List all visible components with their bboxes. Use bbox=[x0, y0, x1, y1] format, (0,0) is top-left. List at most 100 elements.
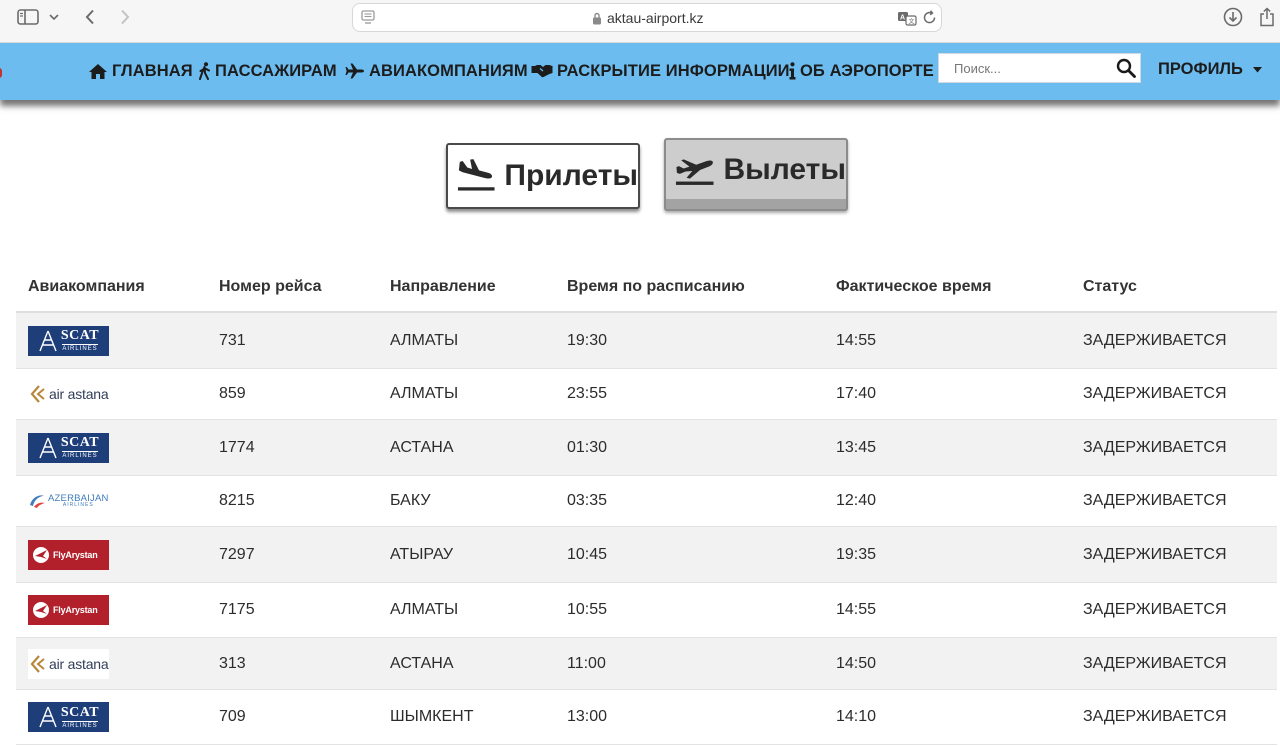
table-row: FlyArystan 7175 АЛМАТЫ 10:55 14:55 ЗАДЕРЖИВАЕ… bbox=[16, 583, 1277, 638]
departures-button[interactable]: Вылеты bbox=[664, 138, 848, 211]
search-input[interactable] bbox=[939, 54, 1109, 82]
cell-flight-number: 313 bbox=[219, 654, 246, 672]
cell-flight-number: 7175 bbox=[219, 601, 255, 618]
nav-item-passengers[interactable]: ПАССАЖИРАМ bbox=[199, 60, 337, 82]
header-flight-number: Номер рейса bbox=[219, 278, 322, 295]
airline-logo-subtext: AIRLINES bbox=[62, 344, 98, 352]
cell-actual-time: 14:55 bbox=[836, 601, 877, 618]
search-icon[interactable] bbox=[1116, 58, 1136, 83]
header-airline: Авиакомпания bbox=[28, 278, 145, 295]
nav-item-label: АВИАКОМПАНИЯМ bbox=[369, 61, 528, 80]
nav-item-disclosure[interactable]: РАСКРЫТИЕ ИНФОРМАЦИИ bbox=[531, 60, 790, 82]
svg-text:文: 文 bbox=[909, 18, 915, 26]
airline-logo: air astana bbox=[28, 648, 109, 679]
arrivals-button[interactable]: Прилеты bbox=[446, 143, 640, 209]
table-row: AZERBAIJAN AIRLINES 8215 БАКУ 03:35 12:40 ЗАДЕ… bbox=[16, 476, 1277, 527]
chevron-down-icon bbox=[49, 14, 59, 20]
profile-label: ПРОФИЛЬ bbox=[1158, 60, 1243, 78]
cell-status: ЗАДЕРЖИВАЕТСЯ bbox=[1083, 601, 1227, 618]
cell-status: ЗАДЕРЖИВАЕТСЯ bbox=[1083, 331, 1227, 349]
back-arrow-icon bbox=[85, 9, 94, 25]
page-icon bbox=[361, 10, 375, 31]
table-row: air astana 313 АСТАНА 11:00 14:50 ЗАДЕРЖИВАЕТ… bbox=[16, 638, 1277, 690]
walking-person-icon bbox=[199, 62, 210, 80]
reload-icon[interactable] bbox=[922, 10, 937, 30]
table-row: air astana 859 АЛМАТЫ 23:55 17:40 ЗАДЕРЖИВАЕТ… bbox=[16, 369, 1277, 420]
airline-logo-text: FlyArystan bbox=[53, 549, 98, 560]
cell-scheduled-time: 10:55 bbox=[567, 601, 608, 618]
table-row: SCAT AIRLINES 731 АЛМАТЫ 19:30 14:55 ЗАДЕРЖИВА… bbox=[16, 313, 1277, 369]
profile-menu[interactable]: ПРОФИЛЬ bbox=[1158, 60, 1262, 79]
cell-actual-time: 13:45 bbox=[836, 438, 877, 456]
nav-logo-edge bbox=[0, 68, 2, 78]
cell-scheduled-time: 11:00 bbox=[567, 654, 606, 672]
airline-logo-subtext: AIRLINES bbox=[62, 451, 98, 459]
cell-actual-time: 17:40 bbox=[836, 385, 877, 402]
airline-logo-subtext: AIRLINES bbox=[62, 502, 94, 509]
airline-logo-text: FlyArystan bbox=[53, 605, 98, 615]
site-navigation: ГЛАВНАЯ ПАССАЖИРАМ АВИАКОМПАНИЯМ РАСКРЫТ… bbox=[0, 43, 1280, 100]
cell-status: ЗАДЕРЖИВАЕТСЯ bbox=[1083, 545, 1227, 563]
address-bar[interactable]: aktau-airport.kz A文 bbox=[352, 3, 942, 32]
cell-actual-time: 14:50 bbox=[836, 654, 877, 672]
cell-destination: АСТАНА bbox=[390, 438, 454, 456]
cell-status: ЗАДЕРЖИВАЕТСЯ bbox=[1083, 708, 1227, 725]
plane-takeoff-icon bbox=[675, 158, 714, 185]
table-body: SCAT AIRLINES 731 АЛМАТЫ 19:30 14:55 ЗАДЕРЖИВА… bbox=[16, 313, 1277, 745]
airline-logo: FlyArystan bbox=[28, 595, 109, 625]
airline-logo: AZERBAIJAN AIRLINES bbox=[28, 486, 109, 516]
cell-status: ЗАДЕРЖИВАЕТСЯ bbox=[1083, 385, 1227, 402]
site-search bbox=[938, 53, 1141, 83]
cell-flight-number: 859 bbox=[219, 385, 246, 402]
cell-actual-time: 19:35 bbox=[836, 545, 877, 563]
cell-destination: АЛМАТЫ bbox=[390, 385, 459, 402]
nav-item-label: РАСКРЫТИЕ ИНФОРМАЦИИ bbox=[557, 61, 790, 80]
airline-logo-subtext: AIRLINES bbox=[62, 720, 98, 729]
header-scheduled-time: Время по расписанию bbox=[567, 278, 745, 295]
url-text: aktau-airport.kz bbox=[607, 10, 704, 26]
header-actual-time: Фактическое время bbox=[836, 278, 992, 295]
handshake-icon bbox=[531, 65, 553, 78]
nav-item-home[interactable]: ГЛАВНАЯ bbox=[88, 60, 193, 82]
cell-destination: ШЫМКЕНТ bbox=[390, 708, 474, 725]
cell-status: ЗАДЕРЖИВАЕТСЯ bbox=[1083, 654, 1227, 672]
header-status: Статус bbox=[1083, 278, 1137, 295]
cell-scheduled-time: 10:45 bbox=[567, 545, 608, 563]
downloads-button[interactable] bbox=[1220, 6, 1246, 28]
cell-actual-time: 14:10 bbox=[836, 708, 877, 725]
caret-down-icon bbox=[1252, 66, 1262, 72]
airline-logo-text: SCAT bbox=[60, 435, 100, 450]
airline-logo-text: air astana bbox=[49, 655, 109, 672]
forward-arrow-icon bbox=[121, 9, 130, 25]
nav-item-label: ГЛАВНАЯ bbox=[112, 61, 193, 80]
lock-icon bbox=[592, 12, 602, 30]
plane-landing-icon bbox=[457, 159, 495, 191]
info-icon bbox=[789, 62, 796, 80]
cell-status: ЗАДЕРЖИВАЕТСЯ bbox=[1083, 492, 1227, 509]
airline-logo: SCAT AIRLINES bbox=[28, 325, 109, 356]
airline-logo: FlyArystan bbox=[28, 539, 109, 570]
nav-item-about[interactable]: ОБ АЭРОПОРТЕ bbox=[789, 60, 934, 82]
cell-flight-number: 1774 bbox=[219, 438, 255, 456]
nav-item-label: ОБ АЭРОПОРТЕ bbox=[800, 61, 934, 80]
airline-logo-text: SCAT bbox=[60, 704, 100, 720]
table-row: FlyArystan 7297 АТЫРАУ 10:45 19:35 ЗАДЕРЖИВАЕ… bbox=[16, 527, 1277, 583]
forward-button[interactable] bbox=[113, 6, 137, 28]
translate-icon[interactable]: A文 bbox=[897, 10, 917, 31]
flight-table: Авиакомпания Номер рейса Направление Вре… bbox=[16, 261, 1277, 745]
share-button[interactable] bbox=[1256, 6, 1278, 28]
back-button[interactable] bbox=[78, 6, 102, 28]
tab-group-dropdown[interactable] bbox=[46, 6, 62, 28]
cell-destination: АТЫРАУ bbox=[390, 545, 454, 563]
airplane-icon bbox=[345, 63, 364, 79]
sidebar-toggle-button[interactable] bbox=[14, 6, 42, 28]
cell-flight-number: 709 bbox=[219, 708, 246, 725]
airline-logo-text: air astana bbox=[49, 386, 109, 402]
nav-item-airlines[interactable]: АВИАКОМПАНИЯМ bbox=[345, 60, 528, 82]
cell-status: ЗАДЕРЖИВАЕТСЯ bbox=[1083, 438, 1227, 456]
home-icon bbox=[89, 63, 107, 79]
cell-scheduled-time: 03:35 bbox=[567, 492, 608, 509]
header-destination: Направление bbox=[390, 278, 496, 295]
sidebar-icon bbox=[17, 9, 39, 25]
airline-logo: SCAT AIRLINES bbox=[28, 432, 109, 463]
